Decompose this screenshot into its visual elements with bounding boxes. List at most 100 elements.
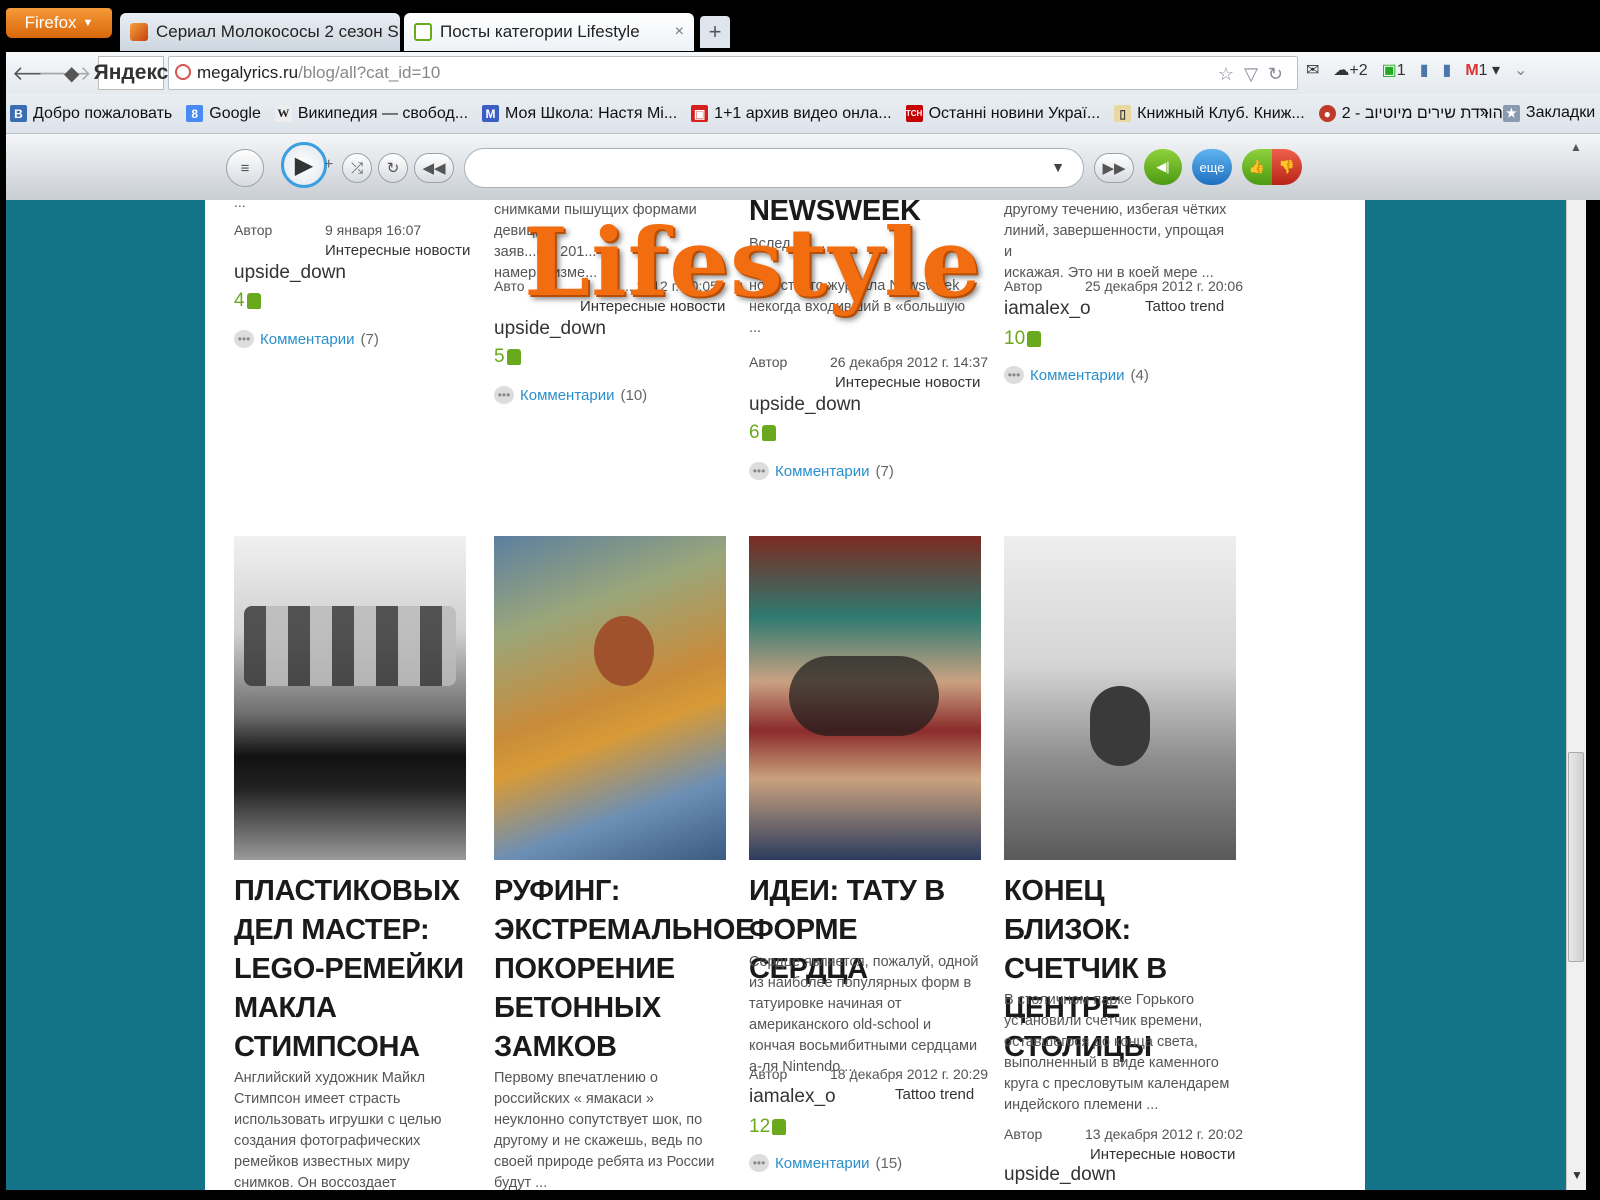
post-title[interactable]: ПЛАСТИКОВЫХ ДЕЛ МАСТЕР: LEGO-РЕМЕЙКИ МАК…	[234, 872, 466, 1067]
author-label: Автор	[234, 222, 273, 238]
post-author[interactable]: upside_down	[234, 262, 346, 284]
gmail-logo: M	[1465, 62, 1479, 79]
bookmark-item[interactable]: W Википедия — свобод...	[274, 104, 469, 123]
globe-icon[interactable]: ◆	[64, 61, 79, 86]
tsn-icon: TCH	[905, 105, 923, 122]
post-image-tattoo[interactable]	[749, 536, 981, 860]
like-count[interactable]: 5	[494, 346, 521, 368]
close-tab-icon[interactable]: ×	[675, 23, 684, 41]
comments-link[interactable]: ••• Комментарии (7)	[749, 462, 894, 480]
comments-count: (7)	[360, 330, 379, 348]
like-value: 5	[494, 346, 505, 367]
reload-icon[interactable]: ↻	[1268, 64, 1283, 85]
post-title[interactable]: РУФИНГ: ЭКСТРЕМАЛЬНОЕ ПОКОРЕНИЕ БЕТОННЫХ…	[494, 872, 754, 1067]
like-value: 10	[1004, 328, 1026, 349]
firefox-label: Firefox	[24, 13, 77, 32]
post-author[interactable]: upside_down	[1004, 1164, 1116, 1186]
comments-link[interactable]: ••• Комментарии (4)	[1004, 366, 1149, 384]
more-button[interactable]: еще	[1192, 149, 1232, 185]
tab-title: Посты категории Lifestyle	[440, 22, 640, 41]
comments-link[interactable]: ••• Комментарии (7)	[234, 330, 379, 348]
comments-label: Комментарии	[1030, 366, 1125, 384]
bookmark-item[interactable]: ▣ 1+1 архив видео онла...	[691, 105, 892, 123]
post-author[interactable]: iamalex_o	[1004, 298, 1091, 320]
bookmark-item[interactable]: M Моя Школа: Настя Mi...	[482, 105, 677, 123]
play-button[interactable]: ▶	[281, 142, 327, 188]
site-identity-icon[interactable]	[175, 64, 191, 80]
bookmark-label: Добро пожаловать	[33, 104, 173, 122]
volume-icon[interactable]: ◀|	[1144, 149, 1182, 185]
tab-lifestyle[interactable]: Посты категории Lifestyle ×	[404, 13, 694, 51]
track-select[interactable]: ▼	[464, 148, 1084, 188]
dislike-thumb-icon[interactable]: 👎	[1272, 149, 1302, 185]
sync-icon[interactable]: ▣1	[1382, 60, 1406, 80]
bookmarks-bar: B Добро пожаловать 8 Google W Википедия — с…	[6, 94, 1600, 134]
comments-link[interactable]: ••• Комментарии (15)	[749, 1154, 902, 1172]
post-image-lego[interactable]	[234, 536, 466, 860]
post-category[interactable]: Tattoo trend	[895, 1086, 974, 1103]
post-author[interactable]: upside_down	[749, 394, 861, 416]
bookmark-label: Википедия — свобод...	[297, 104, 469, 122]
bookmark-item[interactable]: B Добро пожаловать	[10, 105, 172, 123]
post-image-rooftop[interactable]	[494, 536, 726, 860]
cloud-icon[interactable]: ☁+2	[1333, 60, 1367, 80]
post-category[interactable]: Tattoo trend	[1145, 298, 1224, 315]
like-count[interactable]: 4	[234, 290, 261, 312]
post-author[interactable]: iamalex_o	[749, 1086, 836, 1108]
mail-icon[interactable]: ✉	[1306, 60, 1319, 80]
like-count[interactable]: 10	[1004, 328, 1042, 350]
scroll-down-arrow-icon[interactable]: ▼	[1571, 1168, 1583, 1182]
bookmark-label: Моя Школа: Настя Mi...	[505, 104, 678, 122]
previous-track-icon[interactable]: ◀◀	[414, 153, 454, 183]
post-date: 25 декабря 2012 г. 20:06	[1085, 278, 1243, 294]
comments-count: (7)	[875, 462, 894, 480]
address-bar[interactable]: megalyrics.ru/blog/all?cat_id=10 ☆ ▽ ↻	[168, 56, 1298, 90]
gas-mask-figure	[1090, 686, 1150, 766]
dropdown-arrow-icon: ▼	[1051, 159, 1065, 175]
bookmarks-overflow: » ★ Закладки	[1480, 104, 1595, 122]
firefox-menu-button[interactable]: Firefox ▼	[6, 8, 112, 38]
comment-bubble-icon: •••	[749, 462, 769, 480]
menu-arrow-icon[interactable]: ⌄	[1514, 60, 1527, 80]
add-icon[interactable]: +	[324, 156, 333, 174]
post-image-gasmask[interactable]	[1004, 536, 1236, 860]
vertical-scrollbar[interactable]	[1566, 200, 1587, 1190]
thumbs-up-icon	[506, 349, 521, 365]
addon-icon[interactable]: ▮	[1443, 60, 1452, 80]
bookmark-item[interactable]: ▯ Книжный Клуб. Книж...	[1114, 105, 1305, 123]
post-category[interactable]: Интересные новости	[325, 242, 470, 259]
post-category[interactable]: Интересные новости	[835, 374, 980, 391]
bookmark-favicon-icon: B	[10, 105, 27, 122]
bookmark-star-icon[interactable]: ☆	[1218, 64, 1234, 85]
author-label: Автор	[749, 354, 788, 370]
bookmark-item[interactable]: 8 Google	[186, 105, 261, 123]
repeat-icon[interactable]: ↻	[378, 153, 408, 183]
bookmarks-folder[interactable]: ★ Закладки	[1502, 104, 1595, 122]
thumbs-up-icon	[1027, 331, 1042, 347]
thumbs-up-icon	[772, 1119, 787, 1135]
playlist-menu-icon[interactable]: ≡	[226, 149, 264, 187]
like-count[interactable]: 12	[749, 1116, 787, 1138]
comments-link[interactable]: ••• Комментарии (10)	[494, 386, 647, 404]
sync-badge: 1	[1396, 62, 1406, 79]
post-category[interactable]: Интересные новости	[1090, 1146, 1235, 1163]
vk-icon[interactable]: ▮	[1420, 60, 1429, 80]
post-author[interactable]: upside_down	[494, 318, 606, 340]
shuffle-icon[interactable]: ⤮	[342, 153, 372, 183]
scrollbar-thumb[interactable]	[1568, 752, 1584, 962]
post-excerpt: В столичном парке Горького установили сч…	[1004, 992, 1230, 1113]
yandex-search-button[interactable]: Яндекс	[94, 56, 168, 90]
like-value: 4	[234, 290, 245, 311]
music-icon: ●	[1318, 105, 1336, 122]
history-dropdown-icon[interactable]: ▽	[1244, 64, 1258, 85]
gmail-icon[interactable]: M1 ▾	[1465, 60, 1500, 80]
like-count[interactable]: 6	[749, 422, 776, 444]
next-track-icon[interactable]: ▶▶	[1094, 153, 1134, 183]
excerpt-line: другому течению, избегая чётких	[1004, 202, 1227, 218]
bookmark-item[interactable]: TCH Останні новини Украї...	[905, 105, 1100, 123]
like-thumb-icon[interactable]: 👍	[1242, 149, 1272, 185]
new-tab-button[interactable]: +	[700, 16, 730, 48]
tab-skins[interactable]: Сериал Молокососы 2 сезон Skins ... ×	[120, 13, 400, 51]
scroll-up-arrow-icon[interactable]: ▲	[1570, 140, 1582, 154]
bookmarks-chevron-icon[interactable]: »	[1480, 104, 1489, 122]
